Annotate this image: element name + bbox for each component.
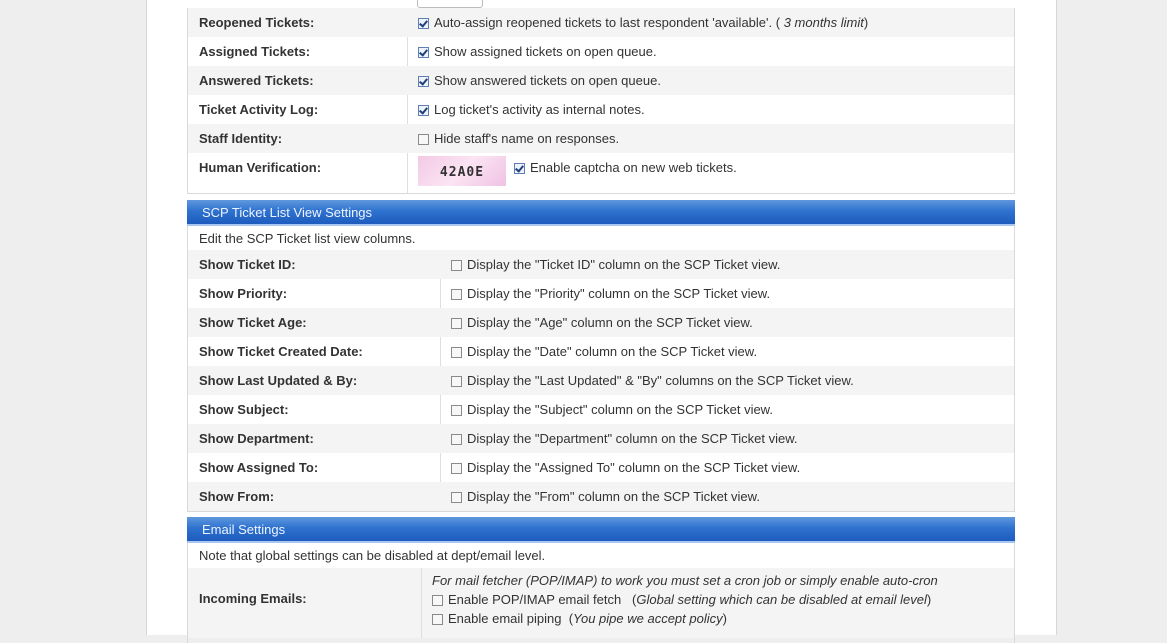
column-divider	[421, 568, 422, 638]
email-piping-checkbox[interactable]	[432, 614, 443, 625]
setting-text: Display the "Last Updated" & "By" column…	[467, 373, 854, 388]
assigned-checkbox[interactable]	[418, 47, 429, 58]
assigned-to-checkbox[interactable]	[451, 463, 462, 474]
setting-text: Display the "From" column on the SCP Tic…	[467, 489, 760, 504]
email-settings-table: Note that global settings can be disable…	[187, 543, 1015, 643]
scp-row-assigned-to: Show Assigned To: Display the "Assigned …	[188, 453, 1014, 482]
scp-row-from: Show From: Display the "From" column on …	[188, 482, 1014, 511]
setting-note: You pipe we accept policy	[573, 611, 723, 626]
staff-identity-checkbox[interactable]	[418, 134, 429, 145]
setting-text-after: )	[863, 15, 869, 30]
activity-log-checkbox[interactable]	[418, 105, 429, 116]
setting-label: Show Priority:	[199, 286, 288, 301]
incoming-hint: For mail fetcher (POP/IMAP) to work you …	[432, 573, 938, 588]
setting-row-assigned: Assigned Tickets: Show assigned tickets …	[188, 37, 1014, 66]
section-title: SCP Ticket List View Settings	[202, 205, 373, 220]
section-note: Note that global settings can be disable…	[199, 548, 546, 563]
partial-input[interactable]	[417, 0, 483, 8]
setting-text: Log ticket's activity as internal notes.	[434, 102, 645, 117]
setting-text: Hide staff's name on responses.	[434, 131, 620, 146]
setting-label: Incoming Emails:	[199, 591, 307, 606]
email-section-header: Email Settings	[187, 517, 1015, 543]
ticket-settings-table: Reopened Tickets: Auto-assign reopened t…	[187, 8, 1015, 194]
from-checkbox[interactable]	[451, 492, 462, 503]
setting-note: 3 months limit	[783, 15, 864, 30]
scp-row-ticket-id: Show Ticket ID: Display the "Ticket ID" …	[188, 250, 1014, 279]
scp-row-ticket-age: Show Ticket Age: Display the "Age" colum…	[188, 308, 1014, 337]
setting-row-staff-identity: Staff Identity: Hide staff's name on res…	[188, 124, 1014, 153]
section-title: Email Settings	[202, 522, 286, 537]
setting-row-activity-log: Ticket Activity Log: Log ticket's activi…	[188, 95, 1014, 124]
scp-settings-table: Edit the SCP Ticket list view columns. S…	[187, 226, 1015, 512]
setting-text: Display the "Department" column on the S…	[467, 431, 798, 446]
setting-label: Show Ticket ID:	[199, 257, 296, 272]
setting-text: Display the "Age" column on the SCP Tick…	[467, 315, 753, 330]
setting-label: Answered Tickets:	[199, 73, 314, 88]
scp-row-department: Show Department: Display the "Department…	[188, 424, 1014, 453]
scp-row-subject: Show Subject: Display the "Subject" colu…	[188, 395, 1014, 424]
pop-imap-fetch-checkbox[interactable]	[432, 595, 443, 606]
last-updated-checkbox[interactable]	[451, 376, 462, 387]
setting-label: Human Verification:	[199, 160, 322, 175]
setting-text: Show assigned tickets on open queue.	[434, 44, 657, 59]
setting-text: Enable email piping	[448, 611, 562, 626]
setting-label: Assigned Tickets:	[199, 44, 311, 59]
setting-label: Ticket Activity Log:	[199, 102, 319, 117]
setting-row-human-verification: Human Verification: 42A0E Enable captcha…	[188, 153, 1014, 194]
setting-text: Auto-assign reopened tickets to last res…	[434, 15, 781, 30]
setting-label: Show Ticket Created Date:	[199, 344, 363, 359]
captcha-checkbox[interactable]	[514, 162, 525, 174]
setting-label: Show Ticket Age:	[199, 315, 307, 330]
answered-checkbox[interactable]	[418, 76, 429, 87]
setting-text: Enable POP/IMAP email fetch	[448, 592, 622, 607]
subject-checkbox[interactable]	[451, 405, 462, 416]
setting-text: Show answered tickets on open queue.	[434, 73, 661, 88]
created-date-checkbox[interactable]	[451, 347, 462, 358]
ticket-id-checkbox[interactable]	[451, 260, 462, 271]
setting-text: Display the "Ticket ID" column on the SC…	[467, 257, 781, 272]
setting-text: Display the "Subject" column on the SCP …	[467, 402, 773, 417]
scp-row-created-date: Show Ticket Created Date: Display the "D…	[188, 337, 1014, 366]
setting-text: Display the "Assigned To" column on the …	[467, 460, 801, 475]
setting-row-answered: Answered Tickets: Show answered tickets …	[188, 66, 1014, 95]
scp-row-priority: Show Priority: Display the "Priority" co…	[188, 279, 1014, 308]
setting-text: Display the "Priority" column on the SCP…	[467, 286, 771, 301]
setting-row-reopened: Reopened Tickets: Auto-assign reopened t…	[188, 8, 1014, 37]
reopened-checkbox[interactable]	[418, 18, 429, 29]
captcha-image: 42A0E	[418, 156, 506, 186]
setting-label: Show Department:	[199, 431, 314, 446]
scp-section-header: SCP Ticket List View Settings	[187, 200, 1015, 226]
department-checkbox[interactable]	[451, 434, 462, 445]
setting-note: Global setting which can be disabled at …	[636, 592, 927, 607]
scp-row-last-updated: Show Last Updated & By: Display the "Las…	[188, 366, 1014, 395]
email-row-incoming: Incoming Emails: For mail fetcher (POP/I…	[188, 568, 1014, 638]
setting-label: Reopened Tickets:	[199, 15, 315, 30]
setting-label: Show Last Updated & By:	[199, 373, 358, 388]
setting-text: Enable captcha on new web tickets.	[530, 159, 737, 175]
setting-label: Show Assigned To:	[199, 460, 319, 475]
settings-page: Reopened Tickets: Auto-assign reopened t…	[146, 0, 1057, 643]
setting-text: Display the "Date" column on the SCP Tic…	[467, 344, 758, 359]
setting-label: Staff Identity:	[199, 131, 283, 146]
priority-checkbox[interactable]	[451, 289, 462, 300]
section-note: Edit the SCP Ticket list view columns.	[199, 231, 416, 246]
ticket-age-checkbox[interactable]	[451, 318, 462, 329]
setting-label: Show From:	[199, 489, 275, 504]
setting-label: Show Subject:	[199, 402, 289, 417]
